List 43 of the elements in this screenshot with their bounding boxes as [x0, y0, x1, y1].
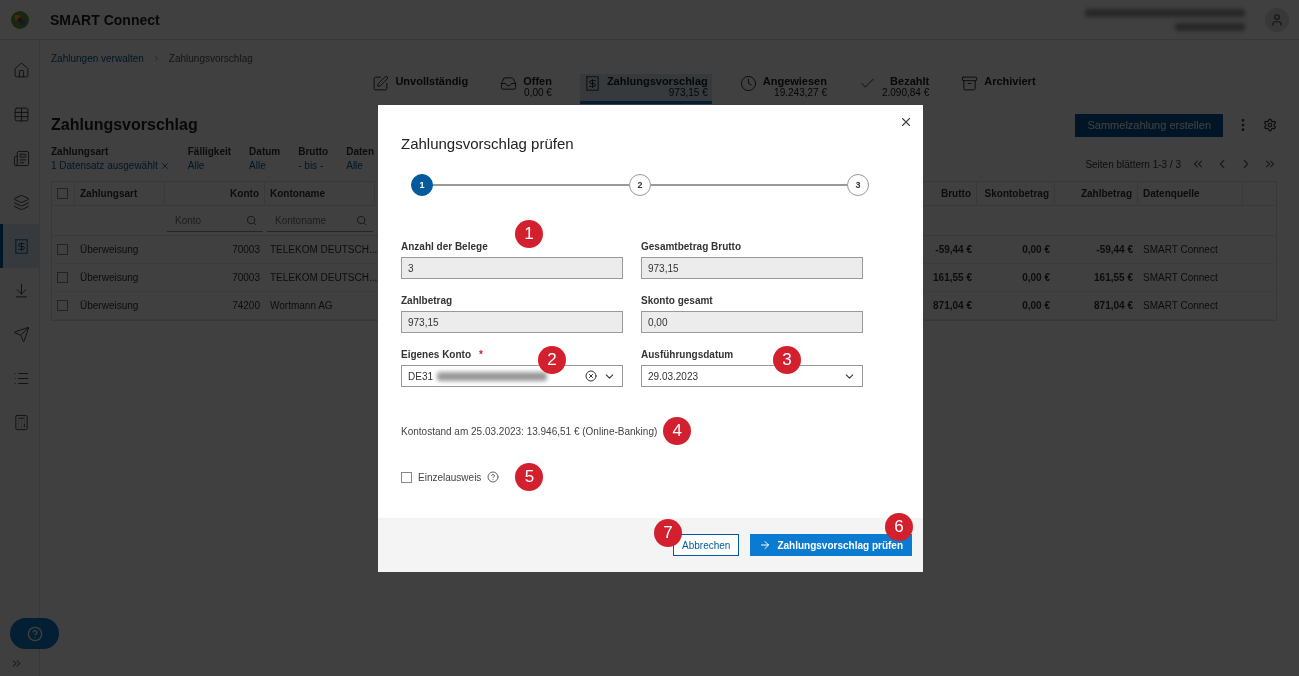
annotation-marker: 3: [773, 346, 801, 374]
filter-value[interactable]: Alle: [346, 160, 374, 171]
close-button[interactable]: [899, 115, 913, 129]
readonly-field[interactable]: 973,15: [401, 311, 623, 333]
step-indicator: 3: [847, 174, 869, 196]
annotation-marker: 7: [654, 519, 683, 547]
step-indicator: 1: [411, 174, 433, 196]
annotation-marker: 5: [515, 463, 544, 491]
required-mark: *: [479, 349, 483, 360]
clear-icon[interactable]: [585, 370, 597, 382]
field-label: Ausführungsdatum: [641, 349, 734, 360]
readonly-field[interactable]: 0,00: [641, 311, 863, 333]
breadcrumb-link[interactable]: Zahlungen verwalten: [51, 52, 144, 64]
cancel-button[interactable]: Abbrechen: [673, 534, 740, 556]
filter-value[interactable]: - bis -: [298, 160, 329, 171]
dialog-title: Zahlungsvorschlag prüfen: [401, 135, 575, 152]
submit-button[interactable]: Zahlungsvorschlag prüfen: [750, 534, 912, 556]
annotation-marker: 4: [663, 417, 692, 445]
readonly-field[interactable]: 973,15: [641, 257, 863, 279]
help-icon[interactable]: [487, 471, 500, 483]
select-field[interactable]: DE31: [401, 365, 623, 387]
filter-value[interactable]: Alle: [187, 160, 232, 171]
close-icon: [899, 115, 913, 129]
field-label: Gesamtbetrag Brutto: [641, 241, 741, 252]
field-label: Eigenes Konto: [401, 349, 471, 360]
app-title: SMART Connect: [50, 11, 160, 28]
select-field[interactable]: 29.03.2023: [641, 365, 863, 387]
status-tab[interactable]: Archiviert: [957, 74, 1040, 104]
field-label: Zahlbetrag: [401, 295, 453, 306]
page-title: Zahlungsvorschlag: [51, 116, 198, 134]
checkbox-label[interactable]: Einzelausweis: [418, 471, 482, 483]
arrow-icon: [759, 539, 772, 551]
readonly-field[interactable]: 3: [401, 257, 623, 279]
filter-value[interactable]: 1 Datensatz ausgewählt: [51, 160, 170, 171]
balance-text: Kontostand am 25.03.2023: 13.946,51 € (Online-Banking): [401, 425, 658, 437]
annotation-marker: 6: [885, 513, 913, 541]
annotation-marker: 1: [515, 220, 543, 248]
filter-value[interactable]: Alle: [249, 160, 281, 171]
checkbox[interactable]: [401, 471, 412, 483]
step-indicator: 2: [629, 174, 651, 196]
field-label: Anzahl der Belege: [401, 241, 488, 252]
field-label: Skonto gesamt: [641, 295, 713, 306]
annotation-marker: 2: [538, 346, 566, 374]
